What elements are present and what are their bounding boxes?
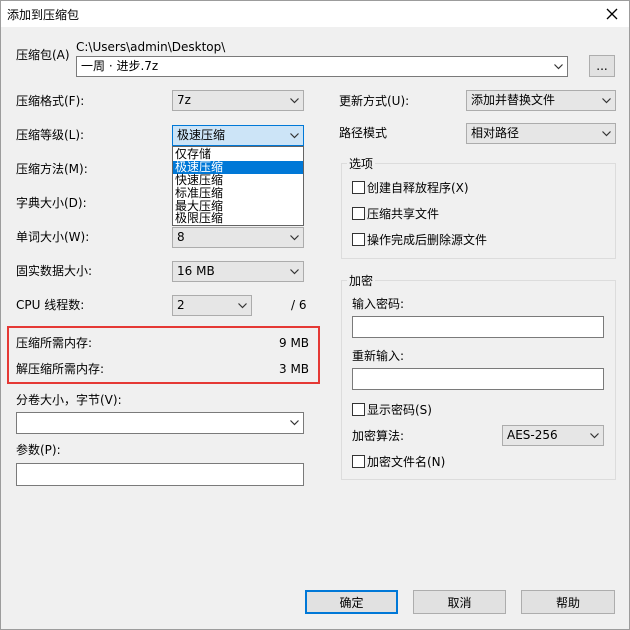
reenter-label: 重新输入: <box>352 349 405 363</box>
cpu-value: 2 <box>177 298 185 312</box>
chevron-down-icon <box>236 296 248 315</box>
encrypt-names-label: 加密文件名(N) <box>367 455 446 469</box>
cancel-button-label: 取消 <box>447 595 472 610</box>
help-button-label: 帮助 <box>555 595 580 610</box>
solid-value: 16 MB <box>177 264 215 278</box>
sfx-checkbox[interactable] <box>352 181 365 194</box>
mem-decompress-value: 3 MB <box>279 362 310 376</box>
close-icon <box>606 8 618 20</box>
update-value: 添加并替换文件 <box>471 93 556 107</box>
update-select[interactable]: 添加并替换文件 <box>466 90 616 111</box>
level-dropdown-list: 仅存储 极速压缩 快速压缩 标准压缩 最大压缩 极限压缩 <box>172 146 304 226</box>
browse-button[interactable]: ... <box>589 55 615 77</box>
level-value: 极速压缩 <box>177 128 226 142</box>
close-button[interactable] <box>599 2 625 26</box>
encrypt-names-checkbox[interactable] <box>352 455 365 468</box>
chevron-down-icon <box>288 413 300 433</box>
encryption-title: 加密 <box>347 274 376 288</box>
level-option[interactable]: 极限压缩 <box>173 212 303 225</box>
format-label: 压缩格式(F): <box>16 94 85 108</box>
mem-compress-value: 9 MB <box>279 336 310 350</box>
archive-name-combo[interactable]: 一周 · 进步.7z <box>76 56 568 77</box>
chevron-down-icon <box>288 91 300 110</box>
dict-label: 字典大小(D): <box>16 196 87 210</box>
encryption-method-value: AES-256 <box>507 428 558 442</box>
chevron-down-icon <box>588 426 600 445</box>
password-label: 输入密码: <box>352 297 405 311</box>
chevron-down-icon <box>288 126 300 145</box>
word-select[interactable]: 8 <box>172 227 304 248</box>
archive-label: 压缩包(A) <box>16 48 70 62</box>
level-label: 压缩等级(L): <box>16 128 85 142</box>
password-input[interactable] <box>352 316 604 338</box>
archive-name-value: 一周 · 进步.7z <box>81 59 159 73</box>
pathmode-label: 路径模式 <box>339 126 388 140</box>
delete-after-label: 操作完成后删除源文件 <box>367 233 488 247</box>
delete-after-checkbox[interactable] <box>352 233 365 246</box>
word-label: 单词大小(W): <box>16 230 90 244</box>
cpu-total: / 6 <box>291 298 307 312</box>
mem-decompress-label: 解压缩所需内存: <box>16 362 105 376</box>
reenter-input[interactable] <box>352 368 604 390</box>
encryption-method-label: 加密算法: <box>352 429 405 443</box>
chevron-down-icon <box>552 57 564 76</box>
volume-label: 分卷大小，字节(V): <box>16 393 122 407</box>
sfx-label: 创建自释放程序(X) <box>367 181 469 195</box>
word-value: 8 <box>177 230 185 244</box>
ok-button-label: 确定 <box>339 595 364 610</box>
solid-label: 固实数据大小: <box>16 264 93 278</box>
window-title: 添加到压缩包 <box>7 8 80 22</box>
cpu-label: CPU 线程数: <box>16 298 85 312</box>
chevron-down-icon <box>288 228 300 247</box>
browse-button-label: ... <box>596 59 608 73</box>
encryption-method-select[interactable]: AES-256 <box>502 425 604 446</box>
chevron-down-icon <box>600 124 612 143</box>
chevron-down-icon <box>288 262 300 281</box>
shared-label: 压缩共享文件 <box>367 207 440 221</box>
title-bar: 添加到压缩包 <box>1 1 629 27</box>
format-value: 7z <box>177 93 191 107</box>
params-input[interactable] <box>16 463 304 486</box>
ok-button[interactable]: 确定 <box>305 590 398 614</box>
level-select[interactable]: 极速压缩 <box>172 125 304 146</box>
cancel-button[interactable]: 取消 <box>413 590 506 614</box>
add-to-archive-dialog: 添加到压缩包 压缩包(A) C:\Users\admin\Desktop\ 一周… <box>0 0 630 630</box>
mem-compress-label: 压缩所需内存: <box>16 336 93 350</box>
chevron-down-icon <box>600 91 612 110</box>
show-password-checkbox[interactable] <box>352 403 365 416</box>
archive-path: C:\Users\admin\Desktop\ <box>76 40 226 54</box>
solid-select[interactable]: 16 MB <box>172 261 304 282</box>
pathmode-select[interactable]: 相对路径 <box>466 123 616 144</box>
help-button[interactable]: 帮助 <box>521 590 615 614</box>
cpu-select[interactable]: 2 <box>172 295 252 316</box>
method-label: 压缩方法(M): <box>16 162 88 176</box>
options-title: 选项 <box>347 157 376 171</box>
volume-combo[interactable] <box>16 412 304 434</box>
shared-checkbox[interactable] <box>352 207 365 220</box>
show-password-label: 显示密码(S) <box>367 403 432 417</box>
format-select[interactable]: 7z <box>172 90 304 111</box>
pathmode-value: 相对路径 <box>471 126 520 140</box>
update-label: 更新方式(U): <box>339 94 410 108</box>
params-label: 参数(P): <box>16 443 61 457</box>
